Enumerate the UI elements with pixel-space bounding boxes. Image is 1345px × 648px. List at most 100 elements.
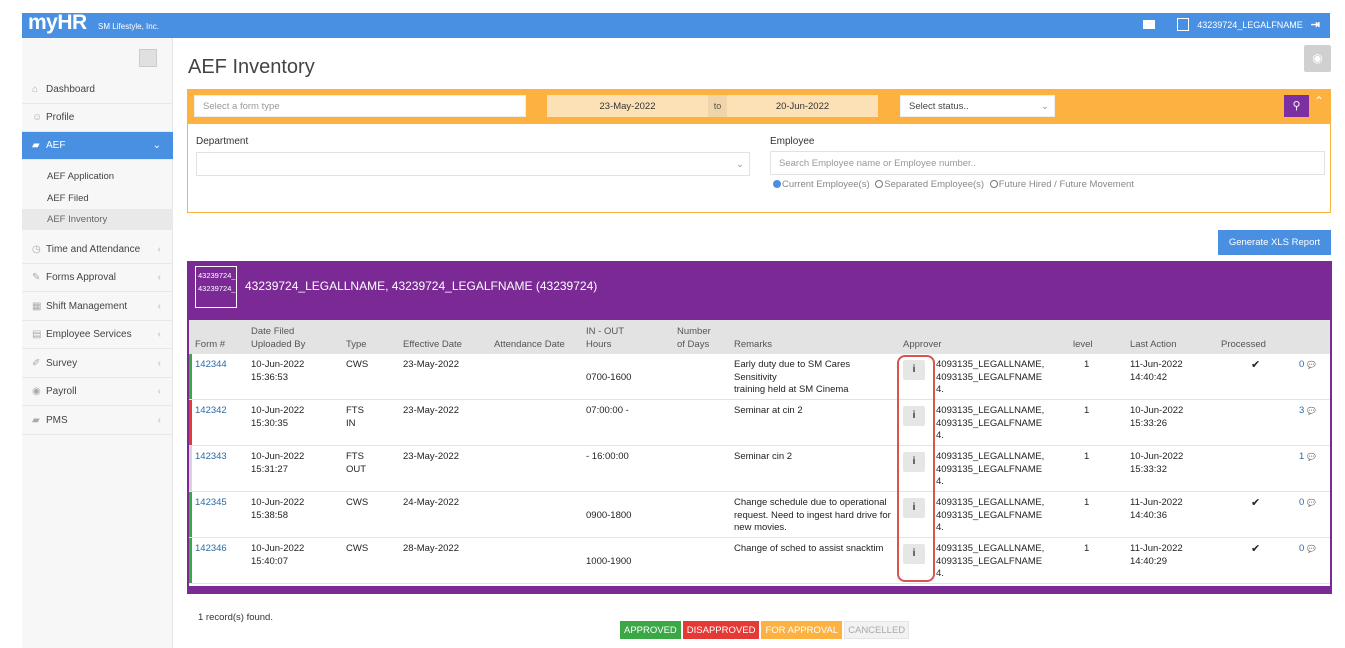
filter-bar: Select a form type 23-May-2022 to 20-Jun… [187,89,1331,124]
edit-icon: ✐ [32,358,41,369]
mail-icon[interactable] [1143,20,1156,29]
approver: 4093135_LEGALLNAME, 4093135_LEGALFNAME 4. [936,359,1045,395]
in-out-hours: 0900-1800 [586,510,632,521]
approval-level: 1 [1084,451,1090,462]
chevron-down-icon: ⌄ [1041,101,1049,112]
aef-table: Form # Date Filed Uploaded By Type Effect… [189,320,1330,586]
form-number-link[interactable]: 142344 [195,359,227,372]
status-bar [189,400,192,445]
form-type: FTS IN [346,405,364,429]
sidebar-item-time-and-attendance[interactable]: ◷ Time and Attendance ‹ [22,236,173,264]
form-type: CWS [346,543,369,554]
sidebar-item-aef[interactable]: ▰ AEF ⌄ [22,132,173,160]
sidebar-subitem-aef-filed[interactable]: AEF Filed [22,188,173,209]
document-icon: ▤ [32,329,42,340]
form-type: CWS [346,359,369,370]
date-filed: 10-Jun-2022 15:38:58 [251,497,305,521]
sidebar-item-label: Shift Management [46,301,128,312]
effective-date: 24-May-2022 [403,497,459,508]
effective-date: 23-May-2022 [403,405,459,416]
user-avatar-icon[interactable] [1177,18,1190,31]
employee-search-input[interactable]: Search Employee name or Employee number.… [770,151,1325,175]
chevron-left-icon: ‹ [157,272,161,283]
date-filed: 10-Jun-2022 15:30:35 [251,405,305,429]
approval-level: 1 [1084,543,1090,554]
department-select[interactable]: ⌄ [196,152,750,176]
radio-future[interactable] [989,180,998,189]
folder-icon: ▰ [32,415,40,426]
logout-icon[interactable]: ⇥ [1311,18,1320,31]
sidebar-item-forms-approval[interactable]: ✎ Forms Approval ‹ [22,264,173,292]
comments-link[interactable]: 1 💬 [1299,451,1316,462]
form-type-select[interactable]: Select a form type [194,95,526,117]
remarks: Seminar cin 2 [734,451,793,462]
form-number-link[interactable]: 142343 [195,451,227,464]
form-number-link[interactable]: 142345 [195,497,227,510]
processed-check-icon: ✔ [1251,543,1261,555]
radio-future-label: Future Hired / Future Movement [998,179,1134,190]
last-action: 11-Jun-2022 14:40:42 [1130,359,1183,383]
folder-icon: ▰ [32,140,40,151]
app-logo[interactable]: myHR [28,11,87,35]
eye-icon[interactable]: ◉ [1304,45,1331,72]
table-row: 142344 10-Jun-2022 15:36:53 CWS 23-May-2022 0… [189,354,1330,400]
sidebar-subitem-aef-application[interactable]: AEF Application [22,166,173,187]
radio-separated[interactable] [875,180,884,189]
sidebar-item-dashboard[interactable]: ⌂ Dashboard [22,76,173,104]
sidebar-item-payroll[interactable]: ◉ Payroll ‹ [22,378,173,406]
sidebar-subitem-aef-inventory[interactable]: AEF Inventory [22,209,173,230]
table-row: 142345 10-Jun-2022 15:38:58 CWS 24-May-2022 0… [189,492,1330,538]
sidebar-toggle-button[interactable] [139,49,157,67]
sidebar-item-label: Survey [46,358,78,369]
date-from-input[interactable]: 23-May-2022 [547,95,708,117]
remarks: Change of sched to assist snacktim [734,543,884,554]
clock-icon: ◷ [32,244,41,255]
header-last-action: Last Action [1130,339,1177,350]
user-name[interactable]: 43239724_LEGALFNAME [1197,20,1303,30]
employee-avatar: 43239724_LEGALLNAME 43239724_LEGALFNAME [195,266,237,308]
sidebar-item-label: Dashboard [46,84,95,95]
sidebar-item-employee-services[interactable]: ▤ Employee Services ‹ [22,321,173,349]
search-button[interactable]: ⚲ [1284,95,1309,117]
status-bar [189,354,192,399]
last-action: 11-Jun-2022 14:40:29 [1130,543,1183,567]
in-out-hours: 07:00:00 - [586,405,629,416]
in-out-hours: - 16:00:00 [586,451,629,462]
legend-cancelled: CANCELLED [844,621,910,639]
status-legend: APPROVED DISAPPROVED FOR APPROVAL CANCELLED [620,621,910,639]
date-to-input[interactable]: 20-Jun-2022 [727,95,878,117]
comment-icon: 💬 [1306,454,1316,461]
header-inout: IN - OUT Hours [586,326,624,350]
status-select[interactable]: Select status.. ⌄ [900,95,1055,117]
chevron-down-icon: ⌄ [152,140,161,151]
chevron-left-icon: ‹ [157,329,161,340]
effective-date: 23-May-2022 [403,451,459,462]
header-type: Type [346,339,367,350]
sidebar-item-pms[interactable]: ▰ PMS ‹ [22,407,173,435]
sidebar-item-survey[interactable]: ✐ Survey ‹ [22,350,173,378]
approver: 4093135_LEGALLNAME, 4093135_LEGALFNAME 4. [936,451,1045,487]
generate-xls-button[interactable]: Generate XLS Report [1218,230,1331,255]
page-title: AEF Inventory [188,56,315,78]
comments-link[interactable]: 0 💬 [1299,359,1316,370]
comments-link[interactable]: 3 💬 [1299,405,1316,416]
comments-link[interactable]: 0 💬 [1299,543,1316,554]
approver: 4093135_LEGALLNAME, 4093135_LEGALFNAME 4. [936,543,1045,579]
last-action: 10-Jun-2022 15:33:26 [1130,405,1184,429]
chevron-left-icon: ‹ [157,301,161,312]
sidebar-item-label: Profile [46,112,75,123]
sidebar-item-profile[interactable]: ☺ Profile [22,104,173,132]
effective-date: 28-May-2022 [403,543,459,554]
status-bar [189,446,192,491]
sidebar-item-shift-management[interactable]: ▦ Shift Management ‹ [22,293,173,321]
form-number-link[interactable]: 142342 [195,405,227,418]
radio-current[interactable] [773,180,781,189]
avatar-alt-text: 43239724_LEGALLNAME [198,271,236,280]
form-number-link[interactable]: 142346 [195,543,227,556]
comments-link[interactable]: 0 💬 [1299,497,1316,508]
sidebar: ⌂ Dashboard ☺ Profile ▰ AEF ⌄ ◷ Time and Attenda… [22,38,173,648]
chevron-left-icon: ‹ [157,386,161,397]
collapse-chevron-up-icon[interactable]: ⌃ [1314,94,1324,108]
user-icon: ☺ [32,112,43,123]
search-icon: ⚲ [1292,100,1301,112]
